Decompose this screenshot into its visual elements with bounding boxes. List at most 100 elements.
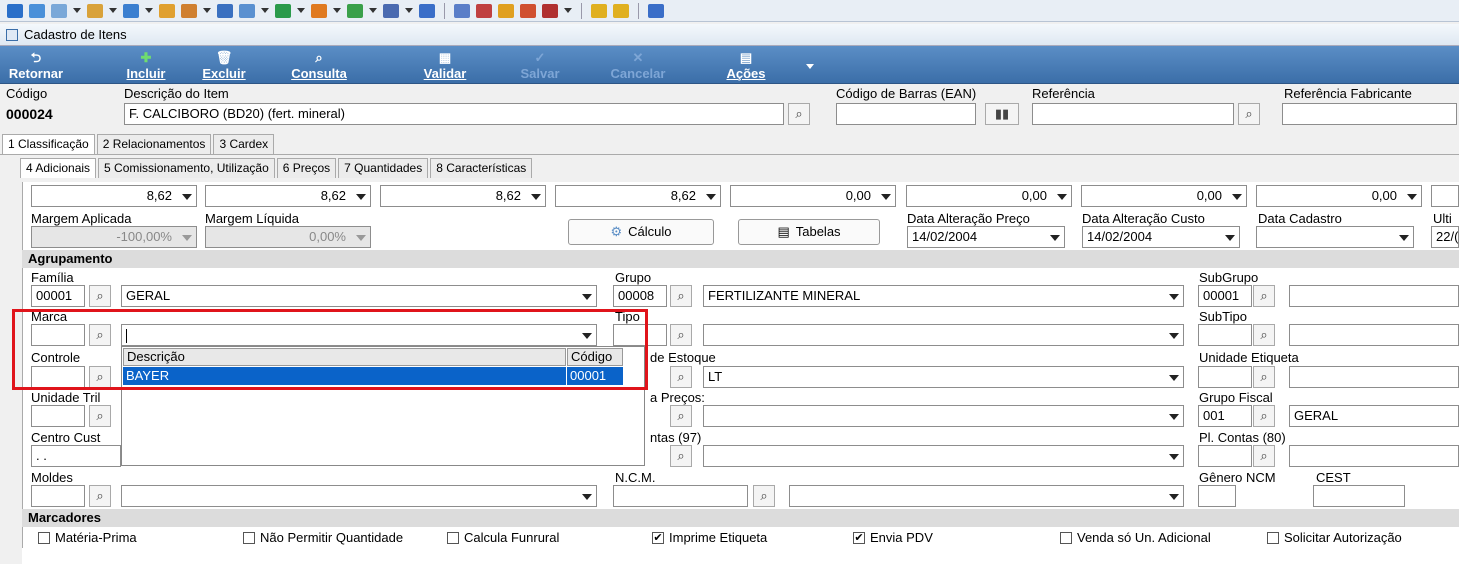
familia-code-input[interactable]: 00001 xyxy=(31,285,85,307)
grupo-fiscal-code-input[interactable]: 001 xyxy=(1198,405,1252,427)
star-icon[interactable] xyxy=(591,3,607,18)
chevron-down-icon[interactable] xyxy=(203,8,211,13)
contas80-search-icon[interactable]: ⌕ xyxy=(1253,445,1275,467)
tipo-search-icon[interactable]: ⌕ xyxy=(670,324,692,346)
box-icon[interactable] xyxy=(311,3,327,18)
chevron-down-icon[interactable] xyxy=(369,8,377,13)
data-cadastro-field[interactable] xyxy=(1256,226,1414,248)
estoque-select[interactable]: LT xyxy=(703,366,1184,388)
barcode-icon[interactable]: ▮▮ xyxy=(985,103,1019,125)
ncm-search-icon[interactable]: ⌕ xyxy=(753,485,775,507)
tab-comissionamento[interactable]: 5 Comissionamento, Utilização xyxy=(98,158,275,178)
descricao-input[interactable]: F. CALCIBORO (BD20) (fert. mineral) xyxy=(124,103,784,125)
people-icon[interactable] xyxy=(29,3,45,18)
contas80-code-input[interactable] xyxy=(1198,445,1252,467)
chevron-down-icon[interactable] xyxy=(182,235,192,241)
marcador-checkbox[interactable]: Venda só Un. Adicional xyxy=(1060,530,1211,545)
coins-icon[interactable] xyxy=(520,3,536,18)
grid-icon[interactable] xyxy=(51,3,67,18)
ean-input[interactable] xyxy=(836,103,976,125)
margem-liquida-field[interactable]: 0,00% xyxy=(205,226,371,248)
excluir-button[interactable]: 🗑 Excluir xyxy=(199,48,249,81)
referencia-input[interactable] xyxy=(1032,103,1234,125)
calendar-icon[interactable] xyxy=(476,3,492,18)
chevron-down-icon[interactable] xyxy=(333,8,341,13)
price-field-5[interactable]: 0,00 xyxy=(730,185,896,207)
plant-icon[interactable] xyxy=(347,3,363,18)
acoes-button[interactable]: ▤ Ações xyxy=(718,48,774,81)
chevron-down-icon[interactable] xyxy=(1169,294,1179,300)
chevron-down-icon[interactable] xyxy=(1057,194,1067,200)
chevron-down-icon[interactable] xyxy=(1169,494,1179,500)
validar-button[interactable]: ▦ Validar xyxy=(415,48,475,81)
tab-cardex[interactable]: 3 Cardex xyxy=(213,134,275,154)
truck-icon[interactable] xyxy=(159,3,175,18)
folder-icon[interactable] xyxy=(7,3,23,18)
marcador-checkbox[interactable]: ✔ Envia PDV xyxy=(853,530,933,545)
tab-caracteristicas[interactable]: 8 Características xyxy=(430,158,533,178)
chevron-down-icon[interactable] xyxy=(706,194,716,200)
familia-select[interactable]: GERAL xyxy=(121,285,597,307)
cest-input[interactable] xyxy=(1313,485,1405,507)
tab-adicionais[interactable]: 4 Adicionais xyxy=(20,158,97,178)
price-field-2[interactable]: 8,62 xyxy=(205,185,371,207)
book-icon[interactable] xyxy=(542,3,558,18)
unchecked-box-icon[interactable] xyxy=(1060,531,1072,544)
price-field-7[interactable]: 0,00 xyxy=(1081,185,1247,207)
price-field-9[interactable] xyxy=(1431,185,1459,207)
price-field-3[interactable]: 8,62 xyxy=(380,185,546,207)
chevron-down-icon[interactable] xyxy=(145,8,153,13)
grupo-search-icon[interactable]: ⌕ xyxy=(670,285,692,307)
unid-trib-code-input[interactable] xyxy=(31,405,85,427)
price-field-6[interactable]: 0,00 xyxy=(906,185,1072,207)
checked-box-icon[interactable]: ✔ xyxy=(853,531,865,544)
chevron-down-icon[interactable] xyxy=(1169,333,1179,339)
chevron-down-icon[interactable] xyxy=(1232,194,1242,200)
precos-search-icon[interactable]: ⌕ xyxy=(670,405,692,427)
tab-precos[interactable]: 6 Preços xyxy=(276,158,337,178)
marcador-checkbox[interactable]: Solicitar Autorização xyxy=(1267,530,1402,545)
margem-aplicada-field[interactable]: -100,00% xyxy=(31,226,197,248)
subtipo-select[interactable] xyxy=(1289,324,1459,346)
contas80-select[interactable] xyxy=(1289,445,1459,467)
printer-icon[interactable] xyxy=(383,3,399,18)
price-field-8[interactable]: 0,00 xyxy=(1256,185,1422,207)
chart-icon[interactable] xyxy=(419,3,435,18)
tabelas-button[interactable]: ▤ Tabelas xyxy=(738,219,880,245)
centro-custo-input[interactable]: . . xyxy=(31,445,121,467)
incluir-button[interactable]: ✚ Incluir xyxy=(116,48,176,81)
grupo-fiscal-select[interactable]: GERAL xyxy=(1289,405,1459,427)
chevron-down-icon[interactable] xyxy=(261,8,269,13)
chevron-down-icon[interactable] xyxy=(1407,194,1417,200)
subgrupo-code-input[interactable]: 00001 xyxy=(1198,285,1252,307)
ribbon-more-arrow[interactable] xyxy=(806,64,814,69)
unchecked-box-icon[interactable] xyxy=(1267,531,1279,544)
chevron-down-icon[interactable] xyxy=(297,8,305,13)
price-field-4[interactable]: 8,62 xyxy=(555,185,721,207)
ultima-field[interactable]: 22/( xyxy=(1431,226,1459,248)
marcador-checkbox[interactable]: Não Permitir Quantidade xyxy=(243,530,403,545)
chevron-down-icon[interactable] xyxy=(1169,414,1179,420)
chevron-down-icon[interactable] xyxy=(109,8,117,13)
marcador-checkbox[interactable]: Matéria-Prima xyxy=(38,530,137,545)
subtipo-code-input[interactable] xyxy=(1198,324,1252,346)
unid-trib-search-icon[interactable]: ⌕ xyxy=(89,405,111,427)
chevron-down-icon[interactable] xyxy=(1050,235,1060,241)
unid-etiq-code-input[interactable] xyxy=(1198,366,1252,388)
cart-icon[interactable] xyxy=(275,3,291,18)
moldes-search-icon[interactable]: ⌕ xyxy=(89,485,111,507)
chevron-down-icon[interactable] xyxy=(356,194,366,200)
chevron-down-icon[interactable] xyxy=(405,8,413,13)
unchecked-box-icon[interactable] xyxy=(447,531,459,544)
chevron-down-icon[interactable] xyxy=(182,194,192,200)
tab-relacionamentos[interactable]: 2 Relacionamentos xyxy=(96,134,212,154)
estoque-search-icon[interactable]: ⌕ xyxy=(670,366,692,388)
contas97-search-icon[interactable]: ⌕ xyxy=(670,445,692,467)
chevron-down-icon[interactable] xyxy=(531,194,541,200)
descricao-search-icon[interactable]: ⌕ xyxy=(788,103,810,125)
grupo-fiscal-search-icon[interactable]: ⌕ xyxy=(1253,405,1275,427)
tools-icon[interactable] xyxy=(498,3,514,18)
chevron-down-icon[interactable] xyxy=(1225,235,1235,241)
chevron-down-icon[interactable] xyxy=(356,235,366,241)
subtipo-search-icon[interactable]: ⌕ xyxy=(1253,324,1275,346)
